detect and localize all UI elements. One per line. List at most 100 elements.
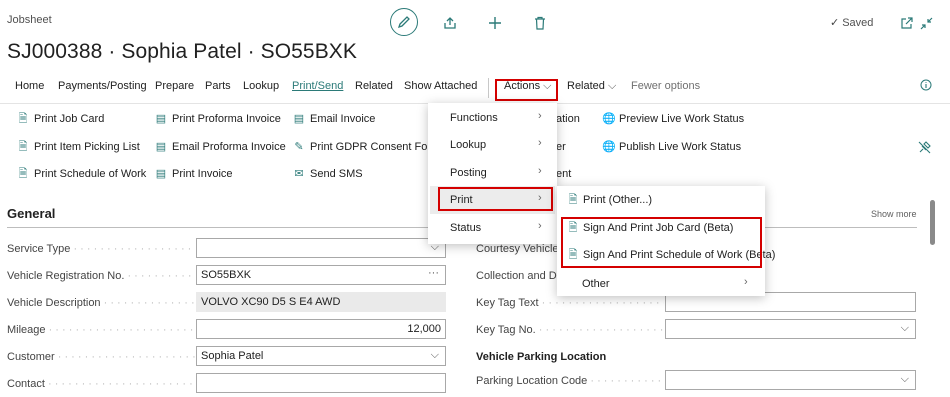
tab-print-send[interactable]: Print/Send [292,80,343,92]
chevron-right-icon: › [744,276,748,288]
show-more-link[interactable]: Show more [871,209,917,219]
tab-payments-posting[interactable]: Payments/Posting [58,80,147,92]
menu-divider [488,78,489,98]
preview-live-work-status-action[interactable]: 🌐 Preview Live Work Status [602,113,744,125]
print-invoice-action[interactable]: ▤ Print Invoice [155,168,233,180]
report-icon: 🗎 [568,194,578,206]
page-caption: Jobsheet [7,14,52,26]
partial-action-3[interactable]: ent [556,168,571,180]
field-value: 12,000 [407,323,441,335]
action-bar: Home Payments/Posting Prepare Parts Look… [0,78,950,100]
field-label-courtesy-vehicle: Courtesy Vehicle R [476,243,566,255]
saved-label: Saved [842,16,874,29]
action-label: ation [556,113,580,125]
print-highlight [438,187,553,211]
partial-action-2[interactable]: er [556,141,566,153]
chevron-right-icon: › [538,165,542,177]
action-label: Publish Live Work Status [619,141,742,153]
saved-status: ✓ Saved [830,16,874,30]
globe-icon: 🌐 [602,141,616,153]
submenu-item-other[interactable]: Other [582,278,610,290]
related-menu-button[interactable]: Related ⌵ [567,80,616,93]
vehicle-registration-input[interactable]: SO55BXK ··· [196,265,446,285]
chevron-right-icon: › [538,220,542,232]
field-value: SO55BXK [201,269,252,281]
edit-document-icon: ✎ [294,141,304,153]
collapse-icon [920,17,932,29]
collapse-button[interactable] [915,12,937,34]
fewer-options-button[interactable]: Fewer options [631,80,700,92]
action-label: Print Proforma Invoice [172,113,281,125]
field-label-vehicle-description: Vehicle Description [7,297,195,309]
field-label-parking-location-code: Parking Location Code [476,375,664,387]
action-label: er [556,141,566,153]
tab-parts[interactable]: Parts [205,80,231,92]
contact-input[interactable] [196,373,446,393]
field-value: Sophia Patel [201,350,264,362]
menu-item-functions[interactable]: Functions [450,112,498,124]
tab-home[interactable]: Home [15,80,44,92]
check-icon: ✓ [830,17,840,29]
email-invoice-action[interactable]: ▤ Email Invoice [293,113,376,125]
delete-button[interactable] [529,12,551,34]
print-job-card-action[interactable]: 🗎 Print Job Card [17,113,105,125]
print-other-item[interactable]: 🗎 Print (Other...) [567,194,653,206]
scrollbar-thumb[interactable] [930,200,935,245]
open-new-window-button[interactable] [895,12,917,34]
edit-button[interactable] [390,8,418,36]
key-tag-no-select[interactable]: ⌵ [665,319,916,339]
field-label-key-tag-text: Key Tag Text [476,297,664,309]
menu-item-status[interactable]: Status [450,222,481,234]
parking-location-code-select[interactable]: ⌵ [665,370,916,390]
field-label-service-type: Service Type [7,243,195,255]
unpin-button[interactable] [918,141,931,154]
info-button[interactable] [920,79,932,91]
document-icon: ▤ [155,168,167,180]
actions-dropdown: Functions › Lookup › Posting › Print › S… [428,103,557,244]
chevron-down-icon: ⌵ [900,322,909,334]
subsection-vehicle-parking-location: Vehicle Parking Location [476,351,607,363]
tab-show-attached[interactable]: Show Attached [404,80,477,92]
print-item-picking-list-action[interactable]: 🗎 Print Item Picking List [17,141,140,153]
print-proforma-invoice-action[interactable]: ▤ Print Proforma Invoice [155,113,281,125]
plus-icon [489,17,501,29]
field-label-contact: Contact [7,378,195,390]
ellipsis-icon[interactable]: ··· [428,267,439,279]
report-icon: 🗎 [18,141,28,153]
send-sms-action[interactable]: ✉ Send SMS [293,168,362,180]
tab-prepare[interactable]: Prepare [155,80,194,92]
share-icon [444,17,456,29]
open-new-window-icon [900,16,913,29]
service-type-select[interactable]: ⌵ [196,238,446,258]
email-proforma-invoice-action[interactable]: ▤ Email Proforma Invoice [155,141,286,153]
publish-live-work-status-action[interactable]: 🌐 Publish Live Work Status [602,141,741,153]
customer-select[interactable]: Sophia Patel ⌵ [196,346,446,366]
related-label: Related [567,80,605,92]
new-button[interactable] [484,12,506,34]
print-schedule-of-work-action[interactable]: 🗎 Print Schedule of Work [17,168,147,180]
chevron-down-icon: ⌵ [607,80,617,92]
tab-related[interactable]: Related [355,80,393,92]
field-label-customer: Customer [7,351,195,363]
action-label: Email Invoice [310,113,376,125]
action-label: Preview Live Work Status [619,113,745,125]
trash-icon [535,16,545,30]
field-value: VOLVO XC90 D5 S E4 AWD [201,296,341,308]
share-button[interactable] [439,12,461,34]
mileage-input[interactable]: 12,000 [196,319,446,339]
action-label: Print Job Card [34,113,105,125]
print-gdpr-consent-form-action[interactable]: ✎ Print GDPR Consent Form [293,141,440,153]
section-title-general: General [7,206,56,221]
action-label: Print Schedule of Work [34,168,147,180]
chevron-right-icon: › [538,110,542,122]
tab-lookup[interactable]: Lookup [243,80,279,92]
action-label: Print Item Picking List [34,141,140,153]
menu-item-posting[interactable]: Posting [450,167,487,179]
partial-action-1[interactable]: ation [556,113,580,125]
document-icon: ▤ [155,113,167,125]
menu-item-lookup[interactable]: Lookup [450,139,486,151]
pencil-icon [397,16,410,29]
report-icon: 🗎 [18,168,28,180]
action-label: ent [556,168,572,180]
globe-icon: 🌐 [602,113,616,125]
